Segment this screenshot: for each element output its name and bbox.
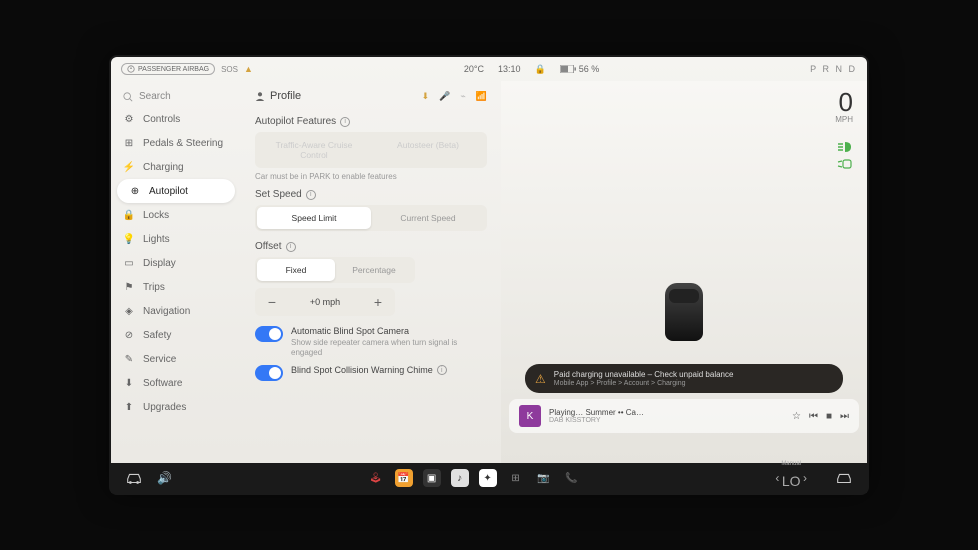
warning-icon: ⚠ (535, 372, 546, 386)
pedals-icon: ⊞ (123, 137, 135, 149)
prev-track-button[interactable]: ⏮ (809, 411, 818, 422)
sidebar-item-controls[interactable]: ⚙Controls (111, 107, 241, 131)
offset-percentage-option[interactable]: Percentage (335, 259, 413, 281)
sidebar-item-autopilot[interactable]: ⊕Autopilot (117, 179, 235, 203)
mic-icon[interactable]: 🎤 (439, 91, 450, 102)
stop-button[interactable]: ■ (826, 411, 832, 422)
navigation-icon: ◈ (123, 305, 135, 317)
gear-indicator: P R N D (810, 64, 857, 74)
app-theater[interactable]: ▣ (423, 469, 441, 487)
display-icon: ▭ (123, 257, 135, 269)
offset-value: +0 mph (287, 297, 363, 307)
clock: 13:10 (498, 64, 521, 74)
sidebar-item-display[interactable]: ▭Display (111, 251, 241, 275)
signal-icon: 📶 (476, 91, 487, 102)
app-toybox[interactable]: ✦ (479, 469, 497, 487)
offset-minus-button[interactable]: − (257, 290, 287, 314)
park-note: Car must be in PARK to enable features (255, 172, 487, 181)
speedometer-unit: MPH (835, 115, 853, 124)
sidebar-item-charging[interactable]: ⚡Charging (111, 155, 241, 179)
offset-plus-button[interactable]: + (363, 290, 393, 314)
offset-selector[interactable]: Fixed Percentage (255, 257, 415, 283)
phone-icon[interactable]: 📞 (563, 469, 581, 487)
app-music[interactable]: ♪ (451, 469, 469, 487)
defrost-icon[interactable] (835, 471, 853, 485)
charging-icon: ⚡ (123, 161, 135, 173)
software-icon: ⬇ (123, 377, 135, 389)
favorite-button[interactable]: ☆ (792, 411, 801, 422)
airbag-indicator: PASSENGER AIRBAG (121, 63, 215, 75)
toggle-label: Automatic Blind Spot Camera (291, 326, 487, 336)
station-name: DAB KISSTORY (549, 417, 784, 424)
battery-status: 56 % (560, 64, 600, 74)
speedometer-value: 0 (835, 89, 853, 115)
offset-fixed-option[interactable]: Fixed (257, 259, 335, 281)
app-arcade[interactable]: 🕹 (367, 469, 385, 487)
charging-warning[interactable]: ⚠ Paid charging unavailable – Check unpa… (525, 364, 843, 393)
blind-spot-camera-toggle[interactable] (255, 326, 283, 342)
sidebar-item-upgrades[interactable]: ⬆Upgrades (111, 395, 241, 419)
climate-control[interactable]: ‹ Manual LO › (775, 467, 807, 489)
sidebar-item-lights[interactable]: 💡Lights (111, 227, 241, 251)
dashcam-icon[interactable]: 📷 (535, 469, 553, 487)
lock-icon[interactable]: 🔒 (534, 64, 545, 75)
notification-icon[interactable]: ▲ (244, 64, 253, 74)
autopilot-icon: ⊕ (129, 185, 141, 197)
safety-icon: ⊘ (123, 329, 135, 341)
service-icon: ✎ (123, 353, 135, 365)
volume-icon[interactable]: 🔊 (157, 471, 172, 485)
current-speed-option[interactable]: Current Speed (371, 207, 485, 229)
info-icon[interactable]: i (437, 365, 447, 375)
sidebar-item-service[interactable]: ✎Service (111, 347, 241, 371)
car-icon[interactable] (125, 471, 143, 485)
info-icon[interactable]: i (306, 190, 316, 200)
speed-limit-option[interactable]: Speed Limit (257, 207, 371, 229)
app-all[interactable]: ⊞ (507, 469, 525, 487)
bluetooth-icon[interactable]: ⌁ (460, 91, 465, 102)
set-speed-selector[interactable]: Speed Limit Current Speed (255, 205, 487, 231)
offset-title: Offset i (255, 241, 487, 252)
toggle-description: Show side repeater camera when turn sign… (291, 338, 487, 357)
headlight-indicator (837, 141, 853, 153)
outside-temp: 20°C (464, 64, 484, 74)
info-icon[interactable]: i (286, 242, 296, 252)
tacc-option: Traffic-Aware Cruise Control (257, 134, 371, 166)
download-icon[interactable]: ⬇ (422, 91, 430, 102)
trips-icon: ⚑ (123, 281, 135, 293)
album-art: K (519, 405, 541, 427)
search-input[interactable]: Search (111, 86, 241, 107)
set-speed-title: Set Speed i (255, 189, 487, 200)
offset-stepper[interactable]: − +0 mph + (255, 288, 395, 316)
autopilot-features-title: Autopilot Features i (255, 116, 487, 127)
sos-button[interactable]: SOS (221, 65, 238, 74)
vehicle-visualization (659, 283, 709, 353)
track-title: Playing… Summer •• Ca… (549, 408, 784, 417)
autopilot-mode-selector: Traffic-Aware Cruise Control Autosteer (… (255, 132, 487, 168)
sidebar-item-software[interactable]: ⬇Software (111, 371, 241, 395)
sidebar-item-navigation[interactable]: ◈Navigation (111, 299, 241, 323)
app-calendar[interactable]: 📅 (395, 469, 413, 487)
sidebar-item-trips[interactable]: ⚑Trips (111, 275, 241, 299)
controls-icon: ⚙ (123, 113, 135, 125)
autosteer-option: Autosteer (Beta) (371, 134, 485, 166)
sidebar-item-safety[interactable]: ⊘Safety (111, 323, 241, 347)
blind-spot-chime-toggle[interactable] (255, 365, 283, 381)
info-icon[interactable]: i (340, 117, 350, 127)
sidebar-item-locks[interactable]: 🔒Locks (111, 203, 241, 227)
media-player[interactable]: K Playing… Summer •• Ca… DAB KISSTORY ☆ … (509, 399, 859, 433)
next-track-button[interactable]: ⏭ (840, 411, 849, 422)
toggle-label: Blind Spot Collision Warning Chime (291, 365, 433, 375)
foglight-indicator (837, 159, 853, 169)
sidebar-item-pedals[interactable]: ⊞Pedals & Steering (111, 131, 241, 155)
upgrades-icon: ⬆ (123, 401, 135, 413)
profile-button[interactable]: Profile (255, 90, 301, 102)
locks-icon: 🔒 (123, 209, 135, 221)
lights-icon: 💡 (123, 233, 135, 245)
